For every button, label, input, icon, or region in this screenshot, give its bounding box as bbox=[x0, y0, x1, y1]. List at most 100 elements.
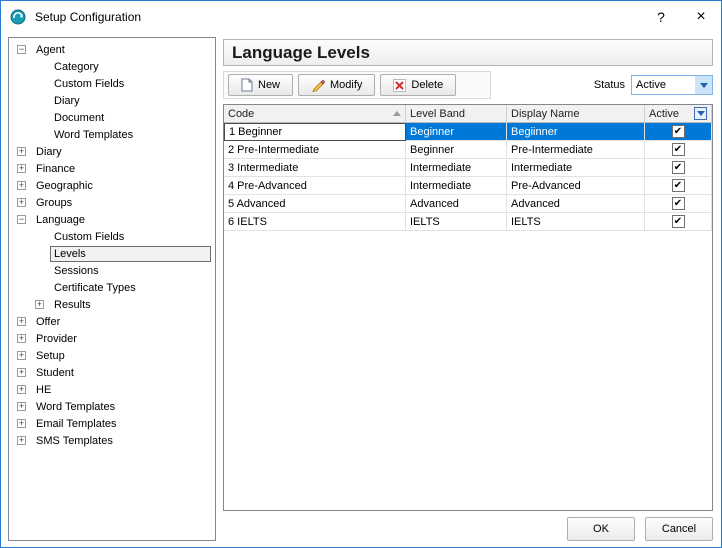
ok-button[interactable]: OK bbox=[567, 517, 635, 541]
tree-item-label: Language bbox=[32, 212, 89, 228]
cell-level-band: Intermediate bbox=[406, 177, 507, 195]
table-row[interactable]: 5 AdvancedAdvancedAdvanced✔ bbox=[224, 195, 712, 213]
table-row[interactable]: 3 IntermediateIntermediateIntermediate✔ bbox=[224, 159, 712, 177]
tree-item-levels[interactable]: Levels bbox=[11, 245, 215, 262]
tree-item-sms-templates[interactable]: + SMS Templates bbox=[11, 432, 215, 449]
tree-item-label: HE bbox=[32, 382, 55, 398]
status-dropdown-value: Active bbox=[632, 79, 695, 91]
column-header-level-band[interactable]: Level Band bbox=[406, 105, 507, 123]
tree-item-label: Document bbox=[50, 110, 108, 126]
expand-icon[interactable]: + bbox=[17, 334, 26, 343]
tree-item-geographic[interactable]: + Geographic bbox=[11, 177, 215, 194]
active-checkbox[interactable]: ✔ bbox=[672, 125, 685, 138]
tree-item-email-templates[interactable]: + Email Templates bbox=[11, 415, 215, 432]
cell-display-name: Intermediate bbox=[507, 159, 645, 177]
tree-item-label: Custom Fields bbox=[50, 76, 128, 92]
active-checkbox[interactable]: ✔ bbox=[672, 161, 685, 174]
active-checkbox[interactable]: ✔ bbox=[672, 179, 685, 192]
tree-item-he[interactable]: + HE bbox=[11, 381, 215, 398]
cell-code: 6 IELTS bbox=[224, 213, 406, 231]
table-row[interactable]: 1 BeginnerBeginnerBegiinner✔ bbox=[224, 123, 712, 141]
column-header-code[interactable]: Code bbox=[224, 105, 406, 123]
tree-item-label: SMS Templates bbox=[32, 433, 117, 449]
cell-active: ✔ bbox=[645, 159, 712, 177]
window-title: Setup Configuration bbox=[35, 10, 141, 24]
expand-icon[interactable]: + bbox=[17, 198, 26, 207]
active-checkbox[interactable]: ✔ bbox=[672, 143, 685, 156]
tree-item-groups[interactable]: +Groups bbox=[11, 194, 215, 211]
expand-icon[interactable]: + bbox=[17, 436, 26, 445]
modify-button-label: Modify bbox=[330, 79, 362, 91]
tree-item-language[interactable]: −Language bbox=[11, 211, 215, 228]
tree-item-setup[interactable]: + Setup bbox=[11, 347, 215, 364]
tree-item-student[interactable]: +Student bbox=[11, 364, 215, 381]
expand-icon[interactable]: + bbox=[17, 385, 26, 394]
tree-item-custom-fields[interactable]: Custom Fields bbox=[11, 75, 215, 92]
expand-icon[interactable]: + bbox=[35, 300, 44, 309]
tree-item-label: Setup bbox=[32, 348, 69, 364]
cell-code: 3 Intermediate bbox=[224, 159, 406, 177]
table-body: 1 BeginnerBeginnerBegiinner✔2 Pre-Interm… bbox=[224, 123, 712, 231]
toolbar: New Modify Delete bbox=[223, 71, 713, 99]
table-row[interactable]: 4 Pre-AdvancedIntermediatePre-Advanced✔ bbox=[224, 177, 712, 195]
expand-icon[interactable]: + bbox=[17, 317, 26, 326]
settings-tree: −AgentCategoryCustom FieldsDiaryDocument… bbox=[8, 37, 216, 541]
column-header-active[interactable]: Active bbox=[645, 105, 712, 123]
tree-item-label: Finance bbox=[32, 161, 79, 177]
expand-icon[interactable]: + bbox=[17, 419, 26, 428]
collapse-icon[interactable]: − bbox=[17, 45, 26, 54]
close-button[interactable]: × bbox=[681, 1, 721, 33]
delete-button[interactable]: Delete bbox=[380, 74, 456, 96]
expand-icon[interactable]: + bbox=[17, 164, 26, 173]
tree-item-diary[interactable]: + Diary bbox=[11, 143, 215, 160]
expand-icon[interactable]: + bbox=[17, 181, 26, 190]
chevron-down-icon[interactable] bbox=[695, 76, 712, 94]
tree-item-word-templates[interactable]: Word Templates bbox=[11, 126, 215, 143]
active-checkbox[interactable]: ✔ bbox=[672, 197, 685, 210]
tree-item-diary[interactable]: Diary bbox=[11, 92, 215, 109]
tree-item-category[interactable]: Category bbox=[11, 58, 215, 75]
cancel-button[interactable]: Cancel bbox=[645, 517, 713, 541]
cell-code: 2 Pre-Intermediate bbox=[224, 141, 406, 159]
tree-item-certificate-types[interactable]: Certificate Types bbox=[11, 279, 215, 296]
new-button[interactable]: New bbox=[228, 74, 293, 96]
tree-item-results[interactable]: +Results bbox=[11, 296, 215, 313]
new-document-icon bbox=[241, 78, 253, 92]
tree-item-custom-fields[interactable]: Custom Fields bbox=[11, 228, 215, 245]
table-row[interactable]: 6 IELTSIELTSIELTS✔ bbox=[224, 213, 712, 231]
table-row[interactable]: 2 Pre-IntermediateBeginnerPre-Intermedia… bbox=[224, 141, 712, 159]
tree-item-word-templates[interactable]: + Word Templates bbox=[11, 398, 215, 415]
table-header: Code Level Band Display Name Active bbox=[224, 105, 712, 123]
tree-item-label: Geographic bbox=[32, 178, 97, 194]
tree-item-label: Custom Fields bbox=[50, 229, 128, 245]
cell-level-band: Advanced bbox=[406, 195, 507, 213]
expand-icon[interactable]: + bbox=[17, 368, 26, 377]
status-label: Status bbox=[594, 79, 625, 91]
app-icon bbox=[10, 9, 26, 25]
tree-item-offer[interactable]: +Offer bbox=[11, 313, 215, 330]
expand-icon[interactable]: + bbox=[17, 351, 26, 360]
tree-item-label: Word Templates bbox=[32, 399, 119, 415]
tree-item-label: Diary bbox=[32, 144, 66, 160]
titlebar: Setup Configuration ? × bbox=[1, 1, 721, 33]
expand-icon[interactable]: + bbox=[17, 147, 26, 156]
expand-icon[interactable]: + bbox=[17, 402, 26, 411]
toolbar-button-group: New Modify Delete bbox=[223, 71, 491, 99]
tree-item-provider[interactable]: +Provider bbox=[11, 330, 215, 347]
tree-item-label: Sessions bbox=[50, 263, 103, 279]
tree-item-label: Email Templates bbox=[32, 416, 121, 432]
modify-button[interactable]: Modify bbox=[298, 74, 375, 96]
tree-item-sessions[interactable]: Sessions bbox=[11, 262, 215, 279]
status-dropdown[interactable]: Active bbox=[631, 75, 713, 95]
collapse-icon[interactable]: − bbox=[17, 215, 26, 224]
tree-item-finance[interactable]: + Finance bbox=[11, 160, 215, 177]
cell-display-name: Begiinner bbox=[507, 123, 645, 141]
cell-level-band: Intermediate bbox=[406, 159, 507, 177]
tree-item-agent[interactable]: −Agent bbox=[11, 41, 215, 58]
column-header-display-name[interactable]: Display Name bbox=[507, 105, 645, 123]
filter-icon[interactable] bbox=[694, 107, 707, 120]
tree-item-document[interactable]: Document bbox=[11, 109, 215, 126]
help-button[interactable]: ? bbox=[641, 1, 681, 33]
pencil-icon bbox=[311, 78, 325, 92]
active-checkbox[interactable]: ✔ bbox=[672, 215, 685, 228]
